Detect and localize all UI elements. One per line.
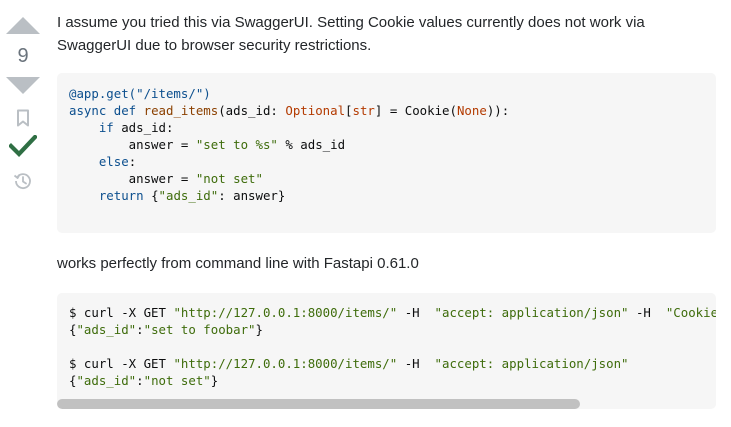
code-token: : answer} [218,188,286,203]
code-shell: $ curl -X GET "http://127.0.0.1:8000/ite… [57,293,716,389]
code-token: -H [628,305,666,320]
vote-cell: 9 [0,0,46,191]
answer-intro-text: I assume you tried this via SwaggerUI. S… [57,14,645,54]
code-block-shell: $ curl -X GET "http://127.0.0.1:8000/ite… [57,293,716,409]
bookmark-icon [17,109,29,127]
answer-middle-text: works perfectly from command line with F… [57,255,419,272]
code-token: answer = [69,137,196,152]
code-token: } [210,373,219,388]
code-token: ] = Cookie( [374,103,457,118]
bookmark-button[interactable] [0,109,46,127]
code-token: (ads_id: [218,103,286,118]
code-token: answer = [69,171,196,186]
code-token: % ads_id [277,137,346,152]
scrollbar-thumb[interactable] [57,399,580,409]
code-block-python: @app.get("/items/") async def read_items… [57,73,716,233]
code-python: @app.get("/items/") async def read_items… [57,73,716,204]
code-token: "http://127.0.0.1:8000/items/" [173,356,398,371]
code-token: -H [397,356,435,371]
code-token: "Cookie: ads_id=foobar" [665,305,716,320]
accepted-answer-indicator [0,135,46,157]
code-token: str [352,103,375,118]
code-token: async def [69,103,137,118]
upvote-button[interactable] [0,16,46,34]
vote-count: 9 [17,45,29,67]
code-token: "not set" [195,171,263,186]
code-token: "set to %s" [195,137,278,152]
code-token: return [98,188,144,203]
code-token: $ curl -X GET [69,305,174,320]
downvote-button[interactable] [0,77,46,95]
code-token: "set to foobar" [143,322,256,337]
code-line-decorator: @app.get("/items/") [69,86,211,101]
code-token: [ [345,103,353,118]
code-token: else [98,154,129,169]
code-token: : [136,373,144,388]
code-token: Optional [285,103,346,118]
code-token: ads_id: [113,120,174,135]
code-token: "accept: application/json" [434,305,629,320]
code-token: "ads_id" [76,322,137,337]
code-token: "not set" [143,373,211,388]
code-token: None [456,103,487,118]
code-token: : [136,322,144,337]
code-token: "ads_id" [76,373,137,388]
accepted-checkmark-icon [9,135,37,157]
horizontal-scrollbar[interactable] [57,398,716,409]
code-token: { [143,188,159,203]
code-token: "http://127.0.0.1:8000/items/" [173,305,398,320]
code-token: if [98,120,114,135]
code-token: read_items [143,103,219,118]
code-token: -H [397,305,435,320]
code-token: "ads_id" [158,188,219,203]
history-icon [13,173,31,189]
code-token: )): [486,103,510,118]
history-button[interactable] [0,171,46,191]
code-token: "accept: application/json" [434,356,629,371]
upvote-arrow-icon [6,17,40,34]
downvote-arrow-icon [6,77,40,94]
code-token: $ curl -X GET [69,356,174,371]
code-token: : [128,154,137,169]
code-token: } [255,322,263,337]
